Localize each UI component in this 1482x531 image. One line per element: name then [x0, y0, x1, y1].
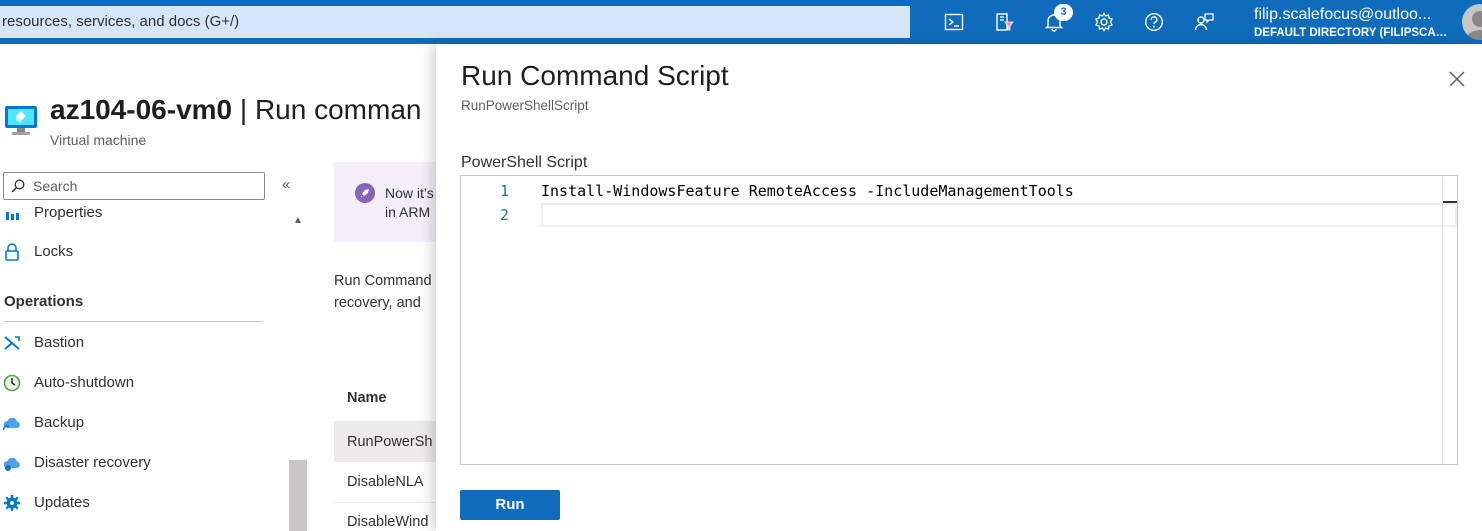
clock-icon: [3, 374, 21, 392]
table-row[interactable]: DisableNLA: [334, 462, 444, 502]
global-search-input[interactable]: resources, services, and docs (G+/): [0, 6, 910, 38]
sidebar-item-label: Disaster recovery: [34, 454, 151, 471]
sidebar-section-operations: Operations: [4, 293, 84, 310]
line-number: 2: [499, 206, 509, 224]
current-line-highlight: [541, 203, 1457, 227]
cloud-shell-icon[interactable]: [939, 7, 969, 37]
sidebar-item-auto-shutdown[interactable]: Auto-shutdown: [0, 368, 280, 398]
notification-count-badge: 3: [1054, 4, 1073, 21]
disaster-recovery-icon: [3, 457, 20, 471]
line-number: 1: [499, 182, 509, 200]
account-name[interactable]: filip.scalefocus@outloo...: [1254, 6, 1454, 24]
sidebar-item-label: Auto-shutdown: [34, 374, 135, 391]
backup-cloud-icon: [3, 417, 20, 431]
sidebar-item-label: Updates: [34, 494, 90, 511]
script-label: PowerShell Script: [461, 154, 588, 171]
column-header-name[interactable]: Name: [347, 390, 387, 406]
close-button[interactable]: [1446, 68, 1468, 90]
script-editor[interactable]: 1 Install-WindowsFeature RemoteAccess -I…: [460, 175, 1458, 465]
sidebar-item-label: Bastion: [34, 334, 85, 351]
editor-cursor-marker: [1443, 201, 1457, 203]
table-row[interactable]: RunPowerSh: [334, 422, 444, 462]
run-command-panel: Run Command Script RunPowerShellScript P…: [436, 44, 1482, 531]
help-icon[interactable]: [1139, 7, 1169, 37]
settings-icon[interactable]: [1089, 7, 1119, 37]
directory-filter-icon[interactable]: [989, 7, 1019, 37]
resource-type: Virtual machine: [50, 132, 147, 148]
sidebar-item-properties[interactable]: Properties: [0, 198, 280, 228]
panel-title: Run Command Script: [461, 60, 729, 91]
sidebar-item-locks[interactable]: Locks: [0, 237, 280, 267]
search-icon: [11, 179, 25, 193]
panel-subtitle: RunPowerShellScript: [461, 98, 589, 113]
sidebar-search-placeholder: Search: [33, 178, 78, 194]
sidebar-item-backup[interactable]: Backup: [0, 408, 280, 438]
sidebar-item-updates[interactable]: Updates: [0, 488, 280, 518]
page-title: az104-06-vm0 | Run comman: [50, 94, 422, 125]
bastion-icon: [4, 336, 20, 350]
page-description: Run Command recovery, and: [334, 273, 432, 311]
rocket-icon: [355, 183, 375, 203]
avatar[interactable]: [1462, 4, 1482, 40]
virtual-machine-icon: [4, 104, 38, 138]
table-row[interactable]: DisableWind: [334, 502, 444, 531]
sidebar-divider: [4, 321, 263, 322]
gear-icon: [4, 495, 20, 511]
sidebar-search-input[interactable]: Search: [3, 172, 265, 200]
editor-scrollbar[interactable]: [1442, 178, 1458, 464]
sidebar-item-label: Backup: [34, 414, 85, 431]
sidebar-scroll-up-arrow[interactable]: ▲: [289, 212, 307, 230]
feedback-icon[interactable]: [1189, 7, 1219, 37]
sidebar-scrollbar-thumb[interactable]: [289, 460, 307, 531]
account-directory[interactable]: DEFAULT DIRECTORY (FILIPSCALE...: [1254, 27, 1454, 39]
top-bar: resources, services, and docs (G+/) 3 fi…: [0, 0, 1482, 44]
run-button[interactable]: Run: [460, 490, 560, 520]
properties-icon: [6, 212, 19, 220]
lock-icon: [5, 243, 19, 261]
collapse-sidebar-button[interactable]: «: [282, 176, 290, 193]
sidebar-item-label: Properties: [34, 204, 103, 221]
close-icon: [1449, 71, 1465, 87]
sidebar-item-disaster-recovery[interactable]: Disaster recovery: [0, 448, 280, 478]
sidebar-item-bastion[interactable]: Bastion: [0, 328, 280, 358]
code-line[interactable]: Install-WindowsFeature RemoteAccess -Inc…: [541, 182, 1074, 200]
sidebar-item-label: Locks: [34, 243, 74, 260]
